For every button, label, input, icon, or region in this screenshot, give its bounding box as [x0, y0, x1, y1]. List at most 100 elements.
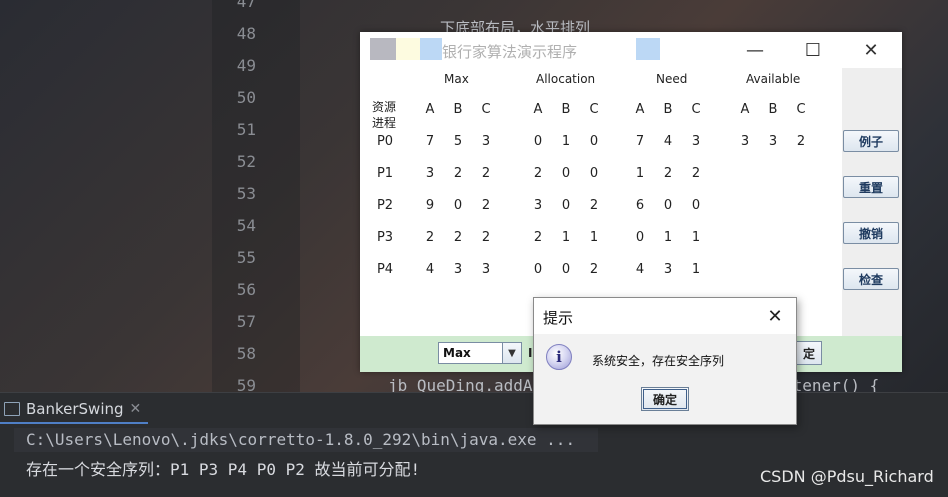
maximize-icon[interactable]: ☐: [790, 34, 836, 66]
line-number: 54: [236, 216, 256, 235]
allocation-cell: 0: [561, 262, 571, 277]
allocation-cell: 2: [589, 198, 599, 213]
sub-header-allocation: A: [533, 102, 543, 117]
side-button-panel: [842, 68, 902, 336]
dialog-title: 提示: [543, 309, 574, 327]
undo-button[interactable]: 撤销: [843, 222, 899, 244]
sub-header-available: A: [740, 102, 750, 117]
need-cell: 0: [691, 198, 701, 213]
sub-header-available: C: [796, 102, 806, 117]
close-icon[interactable]: ✕: [130, 401, 142, 417]
process-label: 进程: [372, 116, 397, 130]
sub-header-need: B: [663, 102, 673, 117]
title-highlight: [636, 38, 660, 60]
matrix-select[interactable]: Max ▼: [438, 342, 522, 364]
resource-label: 资源: [372, 100, 397, 114]
sub-header-allocation: B: [561, 102, 571, 117]
need-cell: 7: [635, 134, 645, 149]
dialog-message: 系统安全，存在安全序列: [592, 354, 725, 368]
column-header-need: Need: [656, 72, 688, 86]
check-button[interactable]: 检查: [843, 268, 899, 290]
matrix-select-value: Max: [443, 346, 471, 360]
close-icon[interactable]: ✕: [762, 304, 788, 328]
column-header-allocation: Allocation: [536, 72, 596, 86]
need-cell: 1: [691, 262, 701, 277]
line-number: 51: [236, 120, 256, 139]
sub-header-need: C: [691, 102, 701, 117]
max-cell: 2: [453, 230, 463, 245]
ok-button[interactable]: 确定: [641, 387, 689, 411]
info-dialog: 提示 ✕ i 系统安全，存在安全序列 确定: [533, 297, 797, 425]
process-label-cell: P1: [376, 166, 394, 181]
max-cell: 9: [425, 198, 435, 213]
line-number: 47: [236, 0, 256, 11]
need-cell: 6: [635, 198, 645, 213]
max-cell: 3: [425, 166, 435, 181]
console-output-line: 存在一个安全序列：P1 P3 P4 P0 P2 故当前可分配!: [26, 460, 421, 479]
console-command-line: C:\Users\Lenovo\.jdks\corretto-1.8.0_292…: [14, 428, 598, 452]
allocation-cell: 2: [533, 166, 543, 181]
max-cell: 2: [481, 198, 491, 213]
process-label-cell: P0: [376, 134, 394, 149]
max-cell: 2: [481, 166, 491, 181]
sub-header-max: B: [453, 102, 463, 117]
available-cell: 3: [768, 134, 778, 149]
max-cell: 3: [481, 262, 491, 277]
matrix-table: Max Allocation Need Available 资源 进程 A B C A B C A B C A…: [360, 68, 840, 336]
allocation-cell: 3: [533, 198, 543, 213]
need-cell: 2: [663, 166, 673, 181]
allocation-cell: 1: [561, 134, 571, 149]
need-cell: 1: [663, 230, 673, 245]
process-label-cell: P2: [376, 198, 394, 213]
line-number: 53: [236, 184, 256, 203]
need-cell: 1: [691, 230, 701, 245]
max-cell: 5: [453, 134, 463, 149]
line-number: 55: [236, 248, 256, 267]
info-icon: i: [546, 344, 572, 370]
app-window-title: 银行家算法演示程序: [442, 43, 578, 61]
max-cell: 2: [453, 166, 463, 181]
max-cell: 2: [425, 230, 435, 245]
available-cell: 2: [796, 134, 806, 149]
need-cell: 4: [635, 262, 645, 277]
app-icon-highlight: [396, 38, 420, 60]
line-number: 57: [236, 312, 256, 331]
need-cell: 3: [691, 134, 701, 149]
max-cell: 0: [453, 198, 463, 213]
app-icon: [370, 38, 396, 60]
allocation-cell: 2: [533, 230, 543, 245]
run-tab[interactable]: BankerSwing ✕: [4, 398, 141, 420]
sub-header-available: B: [768, 102, 778, 117]
allocation-cell: 0: [561, 198, 571, 213]
line-number: 56: [236, 280, 256, 299]
close-icon[interactable]: ✕: [848, 34, 894, 66]
allocation-cell: 0: [589, 166, 599, 181]
console-icon: [4, 402, 20, 416]
active-tab-indicator: [0, 422, 148, 424]
available-cell: 3: [740, 134, 750, 149]
line-number: 58: [236, 344, 256, 363]
reset-button[interactable]: 重置: [843, 176, 899, 198]
max-cell: 2: [481, 230, 491, 245]
need-cell: 4: [663, 134, 673, 149]
minimize-icon[interactable]: —: [732, 34, 778, 66]
watermark: CSDN @Pdsu_Richard: [760, 467, 934, 486]
run-tab-label: BankerSwing: [26, 400, 124, 418]
line-number: 49: [236, 56, 256, 75]
need-cell: 1: [635, 166, 645, 181]
need-cell: 0: [663, 198, 673, 213]
dialog-titlebar: 提示 ✕: [534, 298, 796, 334]
column-header-available: Available: [746, 72, 801, 86]
allocation-cell: 0: [533, 262, 543, 277]
need-cell: 2: [691, 166, 701, 181]
allocation-cell: 0: [589, 134, 599, 149]
sub-header-allocation: C: [589, 102, 599, 117]
example-button[interactable]: 例子: [843, 130, 899, 152]
app-icon-highlight: [420, 38, 442, 60]
max-cell: 3: [453, 262, 463, 277]
chevron-down-icon[interactable]: ▼: [502, 343, 521, 363]
column-header-max: Max: [444, 72, 469, 86]
sub-header-max: C: [481, 102, 491, 117]
sub-header-max: A: [425, 102, 435, 117]
allocation-cell: 2: [589, 262, 599, 277]
